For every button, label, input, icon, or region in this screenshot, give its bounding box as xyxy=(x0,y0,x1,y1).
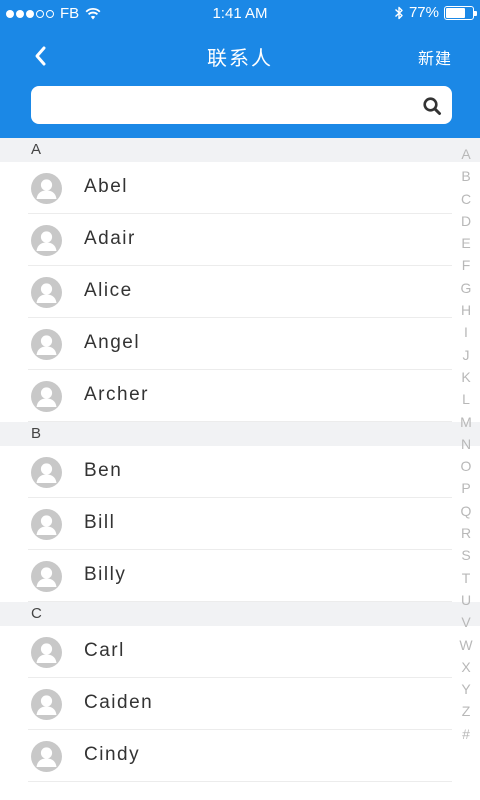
avatar-icon xyxy=(31,561,62,592)
contacts-screen: FB 1:41 AM 77% 联系人 新建 A Abel Adair Alice… xyxy=(0,0,480,800)
index-letter[interactable]: A xyxy=(458,143,474,165)
search-input[interactable] xyxy=(43,86,413,124)
section-header: B xyxy=(0,422,480,446)
avatar-icon xyxy=(31,509,62,540)
index-letter[interactable]: K xyxy=(458,366,474,388)
contact-name: Bill xyxy=(84,512,116,533)
alphabet-index[interactable]: A B C D E F G H I J K L M N O P Q R S T U V W X Y Z # xyxy=(458,143,474,745)
contact-row[interactable]: Caiden xyxy=(0,678,480,730)
contact-row[interactable]: Bill xyxy=(0,498,480,550)
avatar-icon xyxy=(31,381,62,412)
contact-name: Abel xyxy=(84,176,129,197)
section-header: A xyxy=(0,138,480,162)
index-letter[interactable]: Y xyxy=(458,678,474,700)
status-right: 77% xyxy=(394,4,477,21)
index-letter[interactable]: J xyxy=(458,344,474,366)
index-letter[interactable]: G xyxy=(458,277,474,299)
avatar-icon xyxy=(31,225,62,256)
row-divider xyxy=(28,601,452,602)
index-letter[interactable]: H xyxy=(458,299,474,321)
status-bar: FB 1:41 AM 77% xyxy=(0,0,480,28)
contact-row[interactable]: Carl xyxy=(0,626,480,678)
contact-row[interactable]: Ben xyxy=(0,446,480,498)
index-letter[interactable]: R xyxy=(458,522,474,544)
contact-name: Billy xyxy=(84,564,127,585)
section-header: C xyxy=(0,602,480,626)
index-letter[interactable]: Z xyxy=(458,700,474,722)
avatar-icon xyxy=(31,457,62,488)
contact-name: Ben xyxy=(84,460,123,481)
index-letter[interactable]: N xyxy=(458,433,474,455)
avatar-icon xyxy=(31,741,62,772)
new-contact-button[interactable]: 新建 xyxy=(418,45,452,69)
index-letter[interactable]: U xyxy=(458,589,474,611)
contact-name: Adair xyxy=(84,228,136,249)
index-letter[interactable]: P xyxy=(458,477,474,499)
row-divider xyxy=(28,781,452,782)
index-letter[interactable]: T xyxy=(458,567,474,589)
row-divider xyxy=(28,421,452,422)
contact-row[interactable]: Abel xyxy=(0,162,480,214)
bluetooth-icon xyxy=(394,6,403,19)
index-letter[interactable]: C xyxy=(458,188,474,210)
contact-list: A Abel Adair Alice Angel Archer B Ben Bill Billy C… xyxy=(0,138,480,782)
contact-name: Alice xyxy=(84,280,133,301)
index-letter[interactable]: W xyxy=(458,634,474,656)
contact-row[interactable]: Adair xyxy=(0,214,480,266)
index-letter[interactable]: S xyxy=(458,544,474,566)
avatar-icon xyxy=(31,329,62,360)
index-letter[interactable]: I xyxy=(458,321,474,343)
contact-name: Angel xyxy=(84,332,141,353)
avatar-icon xyxy=(31,277,62,308)
index-letter[interactable]: E xyxy=(458,232,474,254)
contact-name: Caiden xyxy=(84,692,154,713)
avatar-icon xyxy=(31,689,62,720)
index-letter[interactable]: F xyxy=(458,254,474,276)
contact-row[interactable]: Archer xyxy=(0,370,480,422)
index-letter[interactable]: V xyxy=(458,611,474,633)
contact-name: Archer xyxy=(84,384,149,405)
search-icon[interactable] xyxy=(422,96,442,116)
battery-percent: 77% xyxy=(408,4,439,21)
index-letter[interactable]: O xyxy=(458,455,474,477)
contact-row[interactable]: Angel xyxy=(0,318,480,370)
nav-bar: 联系人 新建 xyxy=(0,28,480,138)
index-letter[interactable]: M xyxy=(458,411,474,433)
contact-name: Cindy xyxy=(84,744,141,765)
index-letter[interactable]: # xyxy=(458,723,474,745)
index-letter[interactable]: Q xyxy=(458,500,474,522)
index-letter[interactable]: X xyxy=(458,656,474,678)
contact-name: Carl xyxy=(84,640,125,661)
avatar-icon xyxy=(31,637,62,668)
contact-row[interactable]: Alice xyxy=(0,266,480,318)
index-letter[interactable]: L xyxy=(458,388,474,410)
index-letter[interactable]: D xyxy=(458,210,474,232)
page-title: 联系人 xyxy=(207,48,273,70)
battery-icon xyxy=(444,5,477,20)
search-bar[interactable] xyxy=(31,86,452,124)
contact-row[interactable]: Billy xyxy=(0,550,480,602)
index-letter[interactable]: B xyxy=(458,165,474,187)
avatar-icon xyxy=(31,173,62,204)
contact-row[interactable]: Cindy xyxy=(0,730,480,782)
